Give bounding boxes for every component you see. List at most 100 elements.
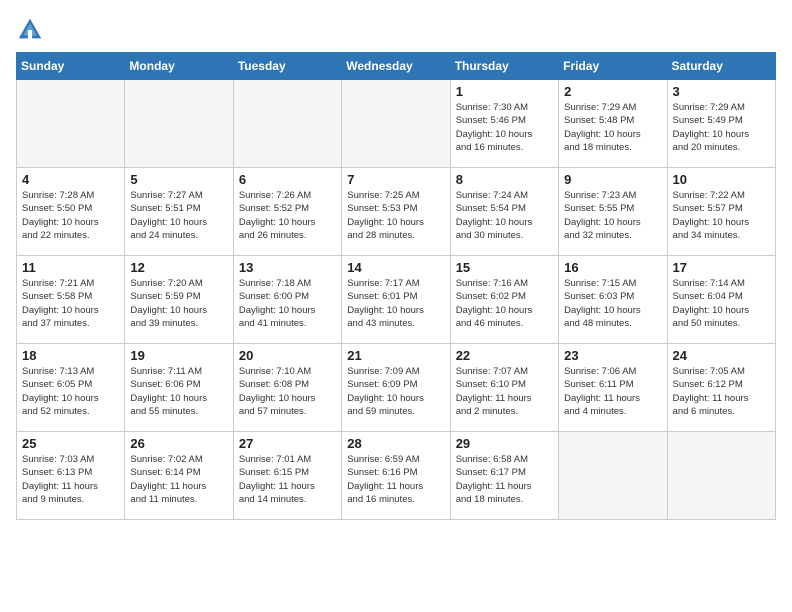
calendar-cell [125,80,233,168]
day-number: 6 [239,172,336,187]
day-info: Sunrise: 7:09 AM Sunset: 6:09 PM Dayligh… [347,365,444,418]
day-number: 20 [239,348,336,363]
calendar-cell: 19 Sunrise: 7:11 AM Sunset: 6:06 PM Dayli… [125,344,233,432]
day-number: 5 [130,172,227,187]
week-row-1: 1 Sunrise: 7:30 AM Sunset: 5:46 PM Daylig… [17,80,776,168]
weekday-header-row: SundayMondayTuesdayWednesdayThursdayFrid… [17,53,776,80]
calendar-cell: 23 Sunrise: 7:06 AM Sunset: 6:11 PM Dayli… [559,344,667,432]
calendar-cell: 29 Sunrise: 6:58 AM Sunset: 6:17 PM Dayli… [450,432,558,520]
weekday-header-saturday: Saturday [667,53,775,80]
calendar-cell: 20Sunrise: 7:10 AM Sunset: 6:08 PM Dayli… [233,344,341,432]
day-info: Sunrise: 7:24 AM Sunset: 5:54 PM Dayligh… [456,189,553,242]
weekday-header-thursday: Thursday [450,53,558,80]
day-number: 13 [239,260,336,275]
weekday-header-tuesday: Tuesday [233,53,341,80]
day-info: Sunrise: 7:06 AM Sunset: 6:11 PM Dayligh… [564,365,661,418]
calendar-cell [233,80,341,168]
day-info: Sunrise: 7:11 AM Sunset: 6:06 PM Dayligh… [130,365,227,418]
calendar-cell: 11 Sunrise: 7:21 AM Sunset: 5:58 PM Dayli… [17,256,125,344]
day-number: 8 [456,172,553,187]
calendar-cell [559,432,667,520]
logo [16,16,46,44]
day-info: Sunrise: 7:23 AM Sunset: 5:55 PM Dayligh… [564,189,661,242]
day-number: 10 [673,172,770,187]
page-header [16,16,776,44]
calendar-cell: 22Sunrise: 7:07 AM Sunset: 6:10 PM Dayli… [450,344,558,432]
day-number: 19 [130,348,227,363]
day-number: 2 [564,84,661,99]
day-number: 4 [22,172,119,187]
calendar-cell: 13 Sunrise: 7:18 AM Sunset: 6:00 PM Dayli… [233,256,341,344]
calendar-cell [17,80,125,168]
day-info: Sunrise: 6:59 AM Sunset: 6:16 PM Dayligh… [347,453,444,506]
day-info: Sunrise: 7:15 AM Sunset: 6:03 PM Dayligh… [564,277,661,330]
weekday-header-wednesday: Wednesday [342,53,450,80]
week-row-2: 4 Sunrise: 7:28 AM Sunset: 5:50 PM Daylig… [17,168,776,256]
day-info: Sunrise: 7:25 AM Sunset: 5:53 PM Dayligh… [347,189,444,242]
week-row-5: 25 Sunrise: 7:03 AM Sunset: 6:13 PM Dayli… [17,432,776,520]
calendar-cell: 6 Sunrise: 7:26 AM Sunset: 5:52 PM Daylig… [233,168,341,256]
weekday-header-monday: Monday [125,53,233,80]
calendar-cell: 4 Sunrise: 7:28 AM Sunset: 5:50 PM Daylig… [17,168,125,256]
calendar-cell: 12 Sunrise: 7:20 AM Sunset: 5:59 PM Dayli… [125,256,233,344]
day-info: Sunrise: 7:30 AM Sunset: 5:46 PM Dayligh… [456,101,553,154]
day-info: Sunrise: 7:13 AM Sunset: 6:05 PM Dayligh… [22,365,119,418]
day-number: 24 [673,348,770,363]
calendar-cell [667,432,775,520]
week-row-4: 18 Sunrise: 7:13 AM Sunset: 6:05 PM Dayli… [17,344,776,432]
day-info: Sunrise: 7:17 AM Sunset: 6:01 PM Dayligh… [347,277,444,330]
logo-icon [16,16,44,44]
calendar-cell: 2Sunrise: 7:29 AM Sunset: 5:48 PM Daylig… [559,80,667,168]
day-info: Sunrise: 6:58 AM Sunset: 6:17 PM Dayligh… [456,453,553,506]
day-number: 1 [456,84,553,99]
day-number: 28 [347,436,444,451]
calendar-cell: 15Sunrise: 7:16 AM Sunset: 6:02 PM Dayli… [450,256,558,344]
calendar-cell: 1 Sunrise: 7:30 AM Sunset: 5:46 PM Daylig… [450,80,558,168]
day-number: 29 [456,436,553,451]
calendar-cell: 3Sunrise: 7:29 AM Sunset: 5:49 PM Daylig… [667,80,775,168]
day-info: Sunrise: 7:03 AM Sunset: 6:13 PM Dayligh… [22,453,119,506]
day-number: 15 [456,260,553,275]
day-info: Sunrise: 7:07 AM Sunset: 6:10 PM Dayligh… [456,365,553,418]
day-number: 11 [22,260,119,275]
day-number: 12 [130,260,227,275]
week-row-3: 11 Sunrise: 7:21 AM Sunset: 5:58 PM Dayli… [17,256,776,344]
day-number: 27 [239,436,336,451]
calendar-cell: 25 Sunrise: 7:03 AM Sunset: 6:13 PM Dayli… [17,432,125,520]
calendar-cell: 16 Sunrise: 7:15 AM Sunset: 6:03 PM Dayli… [559,256,667,344]
day-number: 25 [22,436,119,451]
calendar-cell: 17Sunrise: 7:14 AM Sunset: 6:04 PM Dayli… [667,256,775,344]
weekday-header-sunday: Sunday [17,53,125,80]
calendar-cell: 24 Sunrise: 7:05 AM Sunset: 6:12 PM Dayli… [667,344,775,432]
calendar-cell: 28 Sunrise: 6:59 AM Sunset: 6:16 PM Dayli… [342,432,450,520]
day-info: Sunrise: 7:20 AM Sunset: 5:59 PM Dayligh… [130,277,227,330]
day-info: Sunrise: 7:28 AM Sunset: 5:50 PM Dayligh… [22,189,119,242]
day-info: Sunrise: 7:27 AM Sunset: 5:51 PM Dayligh… [130,189,227,242]
calendar-table: SundayMondayTuesdayWednesdayThursdayFrid… [16,52,776,520]
calendar-cell [342,80,450,168]
calendar-cell: 9 Sunrise: 7:23 AM Sunset: 5:55 PM Daylig… [559,168,667,256]
calendar-cell: 18 Sunrise: 7:13 AM Sunset: 6:05 PM Dayli… [17,344,125,432]
day-info: Sunrise: 7:22 AM Sunset: 5:57 PM Dayligh… [673,189,770,242]
day-info: Sunrise: 7:26 AM Sunset: 5:52 PM Dayligh… [239,189,336,242]
day-number: 9 [564,172,661,187]
day-number: 21 [347,348,444,363]
day-number: 18 [22,348,119,363]
day-info: Sunrise: 7:18 AM Sunset: 6:00 PM Dayligh… [239,277,336,330]
day-number: 26 [130,436,227,451]
calendar-cell: 21 Sunrise: 7:09 AM Sunset: 6:09 PM Dayli… [342,344,450,432]
calendar-cell: 10 Sunrise: 7:22 AM Sunset: 5:57 PM Dayli… [667,168,775,256]
day-info: Sunrise: 7:21 AM Sunset: 5:58 PM Dayligh… [22,277,119,330]
day-number: 16 [564,260,661,275]
weekday-header-friday: Friday [559,53,667,80]
day-number: 23 [564,348,661,363]
day-info: Sunrise: 7:05 AM Sunset: 6:12 PM Dayligh… [673,365,770,418]
calendar-cell: 7 Sunrise: 7:25 AM Sunset: 5:53 PM Daylig… [342,168,450,256]
calendar-cell: 26Sunrise: 7:02 AM Sunset: 6:14 PM Dayli… [125,432,233,520]
day-number: 14 [347,260,444,275]
calendar-cell: 5 Sunrise: 7:27 AM Sunset: 5:51 PM Daylig… [125,168,233,256]
calendar-cell: 14 Sunrise: 7:17 AM Sunset: 6:01 PM Dayli… [342,256,450,344]
day-number: 17 [673,260,770,275]
day-number: 3 [673,84,770,99]
day-number: 7 [347,172,444,187]
